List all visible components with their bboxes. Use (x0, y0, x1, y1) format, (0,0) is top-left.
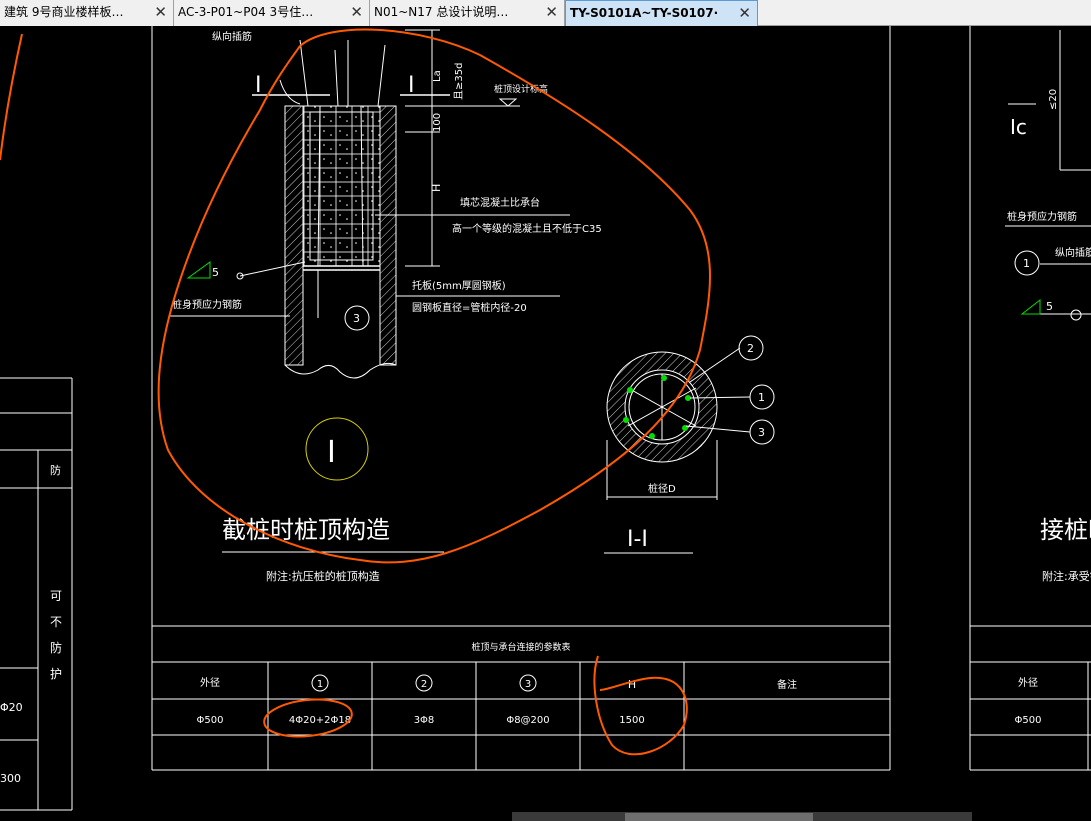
tab-label: TY-S0101A~TY-S0107· (570, 6, 719, 20)
right-partial-drawing (1005, 30, 1091, 321)
detail-title: 截桩时桩顶构造 (222, 516, 390, 544)
tab-label: AC-3-P01~P04 3号住… (178, 5, 314, 19)
right-label-1: 桩身预应力钢筋 (1007, 210, 1077, 223)
close-icon[interactable]: ✕ (738, 1, 751, 25)
right-table-header: 外径 (1018, 676, 1038, 689)
callout-1: 1 (758, 391, 765, 404)
close-icon[interactable]: ✕ (545, 0, 558, 24)
right-weld: 5 (1046, 300, 1053, 313)
left-col-text-3: 防 (50, 640, 62, 655)
plate-note-1: 托板(5mm厚圆钢板) (412, 279, 506, 292)
fill-note-2: 高一个等级的混凝土且不低于C35 (452, 222, 602, 235)
table-cell-3: Φ8@200 (506, 715, 549, 726)
section-title: I-I (627, 527, 648, 552)
table-header-3: 3 (525, 679, 531, 690)
left-value-2: 300 (0, 772, 21, 785)
table-header-1: 1 (317, 679, 323, 690)
scrollbar-thumb[interactable] (625, 813, 813, 821)
horizontal-scrollbar[interactable] (512, 812, 972, 821)
table-header-outer-diameter: 外径 (200, 676, 220, 689)
right-ic: Ic (1010, 115, 1027, 139)
table-title: 桩顶与承台连接的参数表 (471, 641, 570, 653)
detail-note: 附注:抗压桩的桩顶构造 (266, 569, 380, 583)
left-col-text-2: 不 (50, 615, 62, 629)
dim-la: La (432, 70, 443, 82)
right-note: 附注:承受钢 (1042, 569, 1091, 583)
dim-h: H (430, 184, 443, 192)
section-i-i (606, 335, 775, 500)
table-cell-outer-diameter: Φ500 (197, 715, 224, 726)
right-table-value: Φ500 (1015, 715, 1042, 726)
fill-note-1: 填芯混凝土比承台 (460, 196, 540, 209)
section-mark-right: I (408, 73, 415, 98)
left-col-text-1: 可 (50, 589, 62, 603)
close-icon[interactable]: ✕ (154, 0, 167, 24)
tab-3[interactable]: N01~N17 总设计说明… ✕ (370, 0, 565, 26)
right-dim: ≤20 (1048, 89, 1059, 110)
tab-4-active[interactable]: TY-S0101A~TY-S0107· ✕ (565, 0, 758, 26)
orange-circle-h (593, 655, 688, 756)
callout-2: 2 (747, 342, 754, 355)
section-mark-left: I (255, 73, 262, 98)
pile-diameter-label: 桩径D (648, 482, 676, 495)
left-value-1: Φ20 (0, 701, 23, 714)
drawing-canvas[interactable]: 防 可 不 防 护 Φ20 300 纵向插筋 I I La 且≥35d 100 … (0, 26, 1091, 821)
right-title: 接桩时 (1040, 516, 1091, 544)
tab-1[interactable]: 建筑 9号商业楼样板… ✕ (0, 0, 174, 26)
callout-3: 3 (758, 426, 765, 439)
table-cell-h: 1500 (619, 715, 644, 726)
dim-100: 100 (432, 113, 443, 132)
right-callout-1: 1 (1023, 257, 1030, 270)
left-col-text-4: 护 (50, 667, 62, 681)
left-col-header-b: 防 (50, 463, 61, 477)
left-orange-annotation (0, 33, 23, 161)
roman-label: I (327, 435, 336, 470)
table-header-remarks: 备注 (777, 678, 797, 691)
roman-marker (305, 417, 369, 481)
top-note: 纵向插筋 (212, 30, 252, 43)
close-icon[interactable]: ✕ (350, 0, 363, 24)
table-header-2: 2 (421, 679, 427, 690)
table-cell-1: 4Φ20+2Φ18 (289, 715, 351, 726)
table-cell-2: 3Φ8 (414, 715, 435, 726)
callout-3-left: 3 (353, 312, 360, 325)
tab-label: 建筑 9号商业楼样板… (4, 5, 124, 19)
prestress-bar-label: 桩身预应力钢筋 (172, 298, 242, 311)
right-label-2: 纵向插筋 (1055, 246, 1091, 259)
tab-2[interactable]: AC-3-P01~P04 3号住… ✕ (174, 0, 370, 26)
table-header-h: H (628, 678, 636, 691)
weld-size: 5 (212, 266, 219, 279)
tab-bar: 建筑 9号商业楼样板… ✕ AC-3-P01~P04 3号住… ✕ N01~N1… (0, 0, 1091, 26)
tab-label: N01~N17 总设计说明… (374, 5, 509, 19)
dim-35d: 且≥35d (453, 63, 465, 100)
plate-note-2: 圆钢板直径=管桩内径-20 (412, 301, 527, 314)
